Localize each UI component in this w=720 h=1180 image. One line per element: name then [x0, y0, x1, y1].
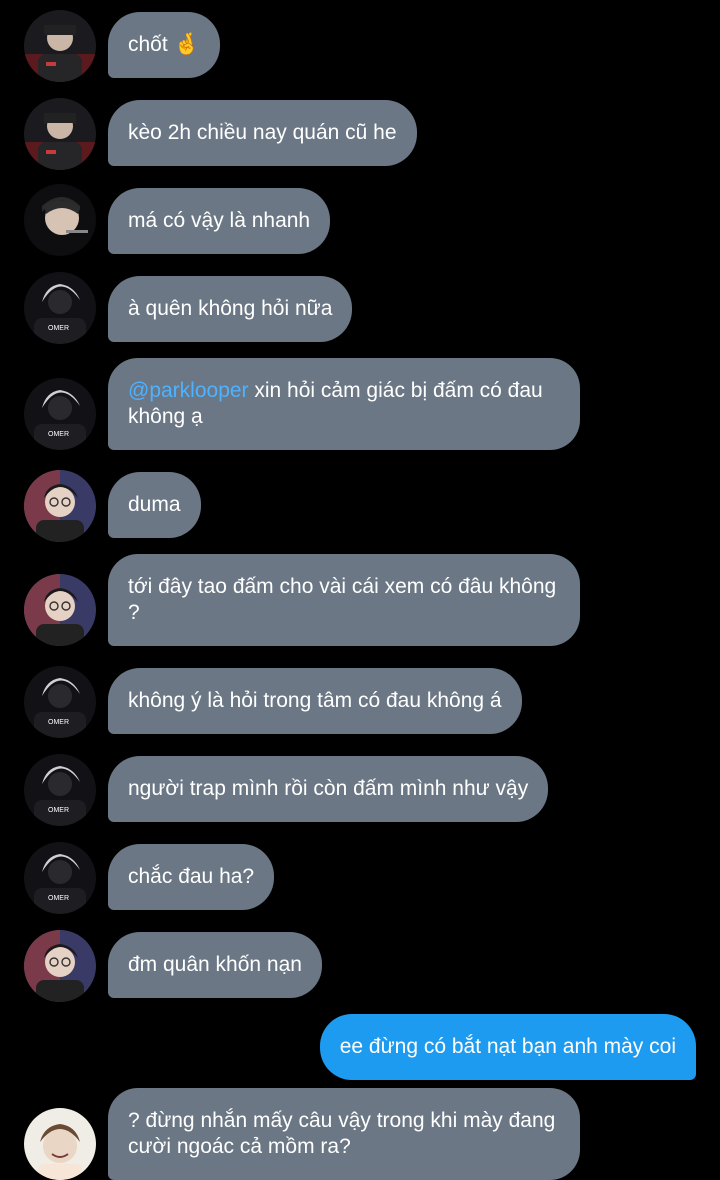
player-red-jersey-avatar[interactable] — [24, 98, 96, 170]
message-text: má có vậy là nhanh — [128, 209, 311, 232]
message-bubble[interactable]: người trap mình rồi còn đấm mình như vậy — [108, 756, 549, 822]
player-red-jersey-avatar[interactable] — [24, 10, 96, 82]
outgoing-message-bubble[interactable]: ee đừng có bắt nạt bạn anh mày coi — [319, 1014, 696, 1080]
mention-link[interactable]: @parklooper — [128, 379, 249, 402]
message-text: chốt — [128, 33, 168, 56]
message-text: người trap mình rồi còn đấm mình như vậy — [128, 777, 529, 800]
message-bubble[interactable]: duma — [108, 472, 201, 538]
message-bubble[interactable]: kèo 2h chiều nay quán cũ he — [108, 100, 417, 166]
player-white-hair-avatar[interactable]: OMER — [24, 842, 96, 914]
player-white-hair-avatar[interactable]: OMER — [24, 378, 96, 450]
message-text: à quên không hỏi nữa — [128, 297, 333, 320]
player-smiling-avatar[interactable] — [24, 1108, 96, 1180]
message-bubble[interactable]: má có vậy là nhanh — [108, 188, 331, 254]
message-text: ? đừng nhắn mấy câu vậy trong khi mày đa… — [128, 1109, 556, 1158]
player-glasses-avatar[interactable] — [24, 470, 96, 542]
svg-text:OMER: OMER — [48, 719, 69, 726]
message-text: chắc đau ha? — [128, 865, 255, 888]
message-text: không ý là hỏi trong tâm có đau không á — [128, 689, 502, 712]
message-bubble[interactable]: đm quân khốn nạn — [108, 932, 322, 998]
chat-thread: chốt 🤞 kèo 2h chiều nay quán cũ he má có… — [0, 0, 720, 1180]
message-bubble[interactable]: chốt 🤞 — [108, 12, 220, 78]
svg-text:OMER: OMER — [48, 431, 69, 438]
message-bubble[interactable]: chắc đau ha? — [108, 844, 275, 910]
crossed-fingers-icon: 🤞 — [173, 33, 200, 56]
message-text: ee đừng có bắt nạt bạn anh mày coi — [339, 1035, 676, 1058]
player-headset-avatar[interactable] — [24, 184, 96, 256]
svg-text:OMER: OMER — [48, 895, 69, 902]
svg-text:OMER: OMER — [48, 807, 69, 814]
message-bubble[interactable]: @parklooper xin hỏi cảm giác bị đấm có đ… — [108, 358, 580, 450]
player-white-hair-avatar[interactable]: OMER — [24, 272, 96, 344]
message-text: tới đây tao đấm cho vài cái xem có đâu k… — [128, 575, 557, 624]
message-bubble[interactable]: không ý là hỏi trong tâm có đau không á — [108, 668, 522, 734]
player-glasses-avatar[interactable] — [24, 574, 96, 646]
player-glasses-avatar[interactable] — [24, 930, 96, 1002]
message-text: đm quân khốn nạn — [128, 953, 302, 976]
svg-text:OMER: OMER — [48, 325, 69, 332]
player-white-hair-avatar[interactable]: OMER — [24, 666, 96, 738]
message-text: duma — [128, 493, 181, 516]
player-white-hair-avatar[interactable]: OMER — [24, 754, 96, 826]
message-bubble[interactable]: tới đây tao đấm cho vài cái xem có đâu k… — [108, 554, 580, 646]
message-text: kèo 2h chiều nay quán cũ he — [128, 121, 397, 144]
message-bubble[interactable]: ? đừng nhắn mấy câu vậy trong khi mày đa… — [108, 1088, 580, 1180]
message-bubble[interactable]: à quên không hỏi nữa — [108, 276, 353, 342]
